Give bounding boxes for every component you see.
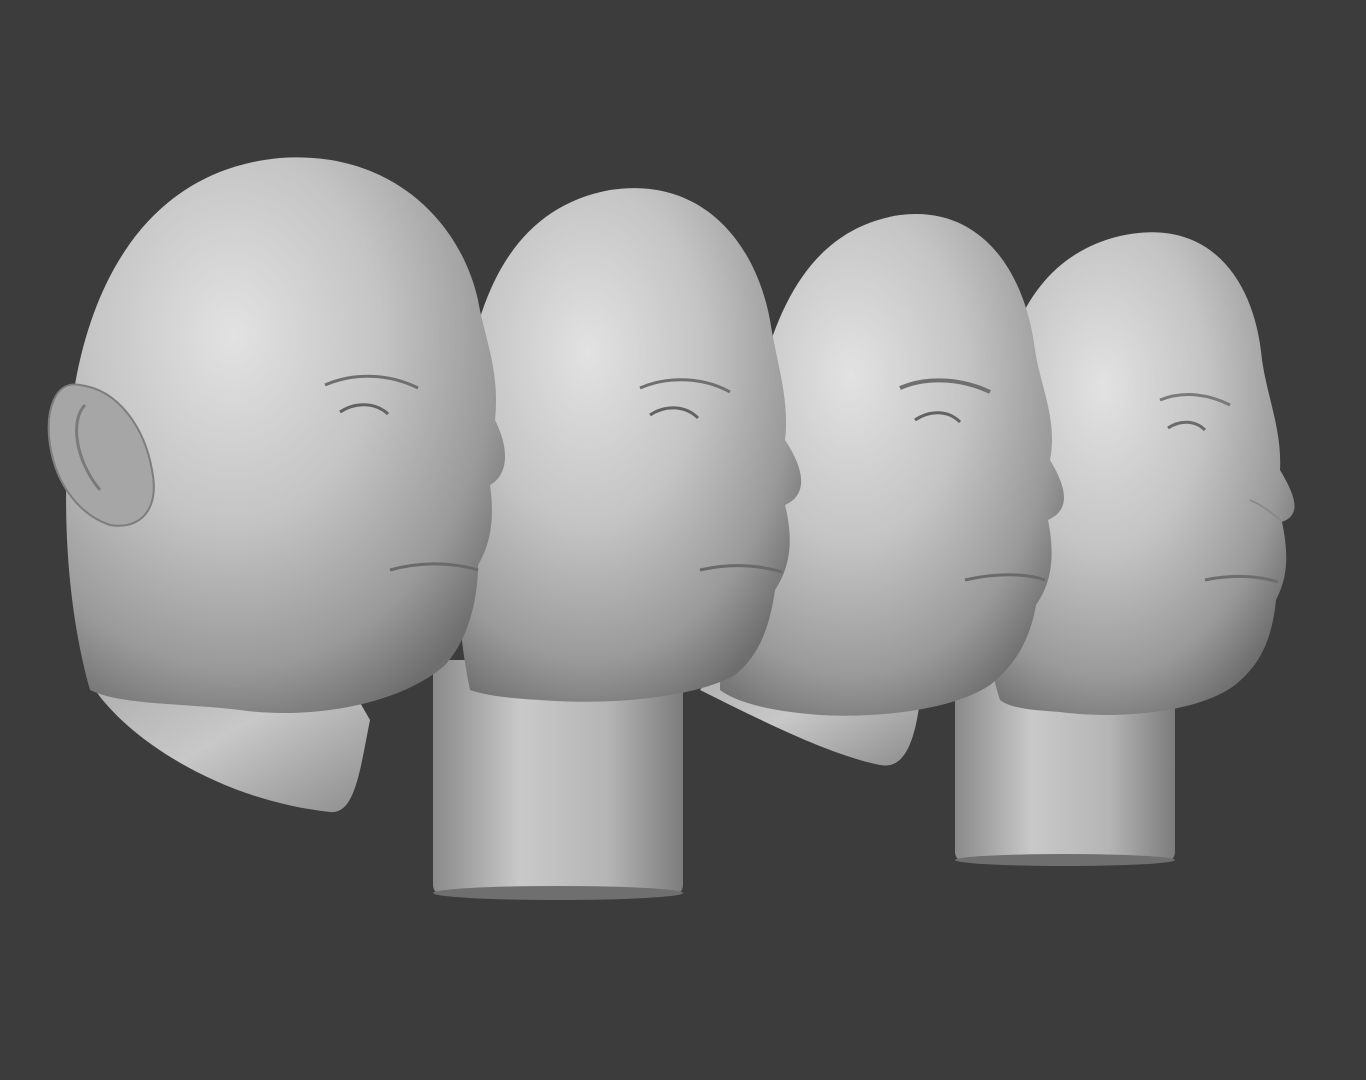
sculpt-viewport — [0, 0, 1366, 1080]
skull-2 — [457, 188, 802, 702]
head-sculpts-render — [47, 157, 1295, 900]
head-model-2 — [433, 188, 802, 900]
